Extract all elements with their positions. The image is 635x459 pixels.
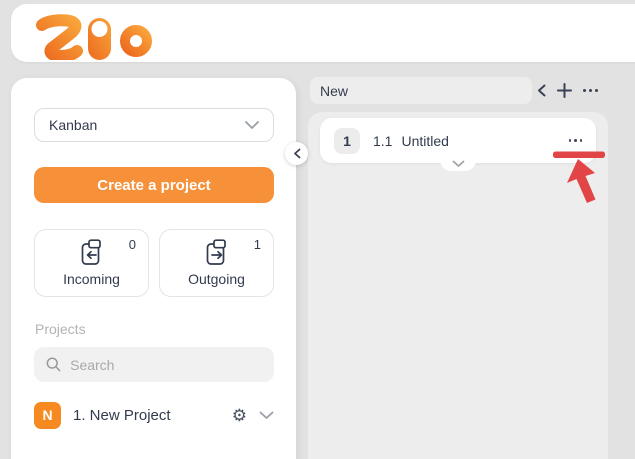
gear-icon[interactable]: ⚙ [232,407,247,424]
project-name: 1. New Project [73,407,220,424]
logo-letter-i-dot [92,21,108,37]
task-card[interactable]: 1 1.1 Untitled [320,118,596,163]
tray-cards: 0 Incoming 1 Outgoing [34,229,274,297]
app-logo[interactable] [30,10,164,60]
card-count-badge: 1 [334,128,360,154]
clipboard-arrow-in-icon [80,239,104,266]
outgoing-tray-button[interactable]: 1 Outgoing [159,229,274,297]
sidebar: Kanban Create a project 0 Incoming 1 [11,78,296,459]
card-title: Untitled [401,133,448,149]
logo-letter-o [125,30,147,52]
chevron-down-icon [245,121,259,129]
card-ellipsis-icon[interactable] [569,139,583,142]
view-mode-value: Kanban [49,117,245,133]
column-title-field[interactable]: New [310,77,532,104]
project-search[interactable] [34,347,274,382]
chevron-left-icon[interactable] [537,84,546,97]
incoming-count: 0 [129,237,136,252]
outgoing-count: 1 [254,237,261,252]
search-input[interactable] [70,357,262,373]
card-code: 1.1 [373,133,392,149]
create-project-button[interactable]: Create a project [34,167,274,203]
column-title: New [320,83,348,99]
card-expand-tab[interactable] [440,155,476,171]
outgoing-label: Outgoing [188,271,245,287]
sidebar-collapse-button[interactable] [285,142,308,165]
search-icon [46,356,61,373]
project-list-item[interactable]: N 1. New Project ⚙ [34,400,274,430]
chevron-left-icon [293,148,301,159]
plus-icon[interactable] [557,83,572,98]
incoming-tray-button[interactable]: 0 Incoming [34,229,149,297]
project-badge: N [34,402,61,429]
chevron-down-icon [452,160,465,168]
view-mode-select[interactable]: Kanban [34,108,274,142]
board-column-new: 1 1.1 Untitled [308,112,608,459]
clipboard-arrow-out-icon [205,239,229,266]
column-toolbar [537,77,598,104]
chevron-down-icon[interactable] [259,411,274,420]
logo-letter-z [42,20,77,56]
projects-section-label: Projects [35,321,86,337]
column-ellipsis-icon[interactable] [583,89,598,92]
incoming-label: Incoming [63,271,120,287]
app-header [11,4,635,62]
